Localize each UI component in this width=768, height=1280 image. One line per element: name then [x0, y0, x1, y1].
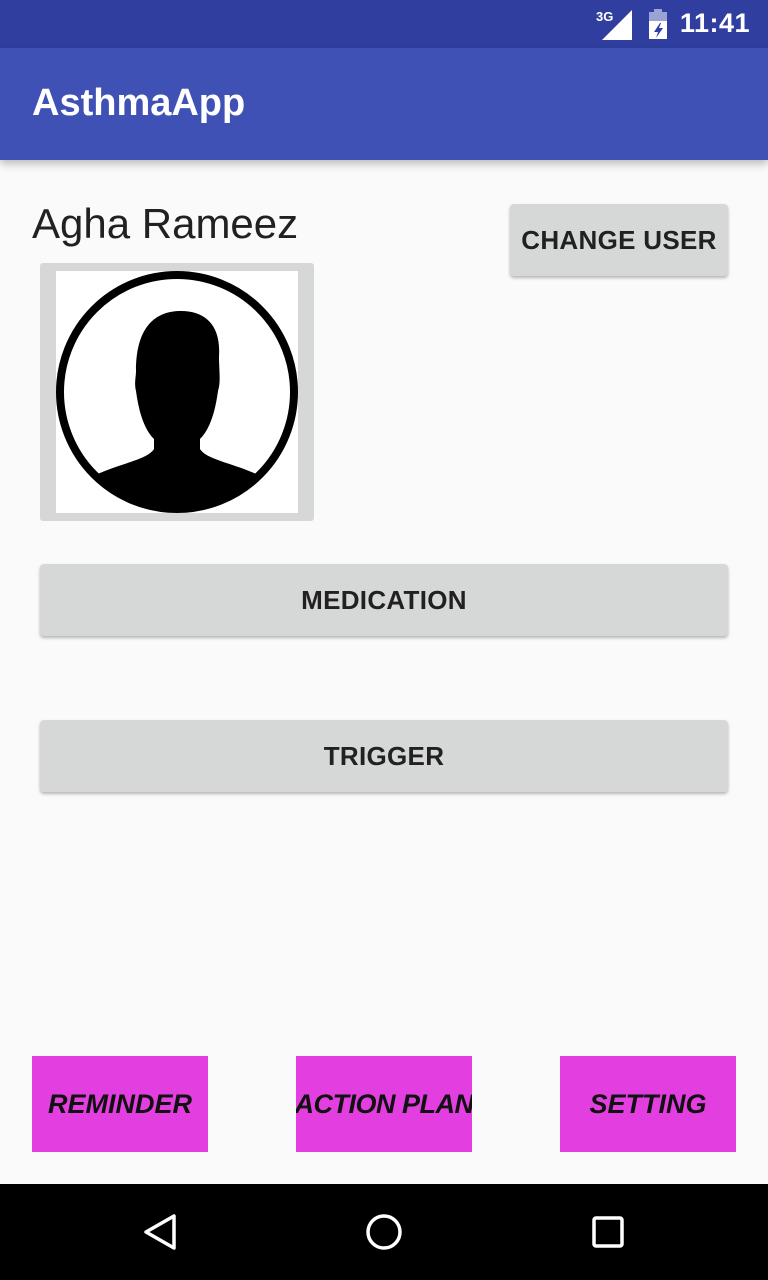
avatar-image	[56, 271, 298, 513]
back-icon[interactable]	[140, 1212, 180, 1252]
user-avatar-icon	[56, 271, 298, 513]
user-name: Agha Rameez	[32, 200, 299, 247]
system-navigation-bar	[0, 1184, 768, 1280]
recents-icon[interactable]	[588, 1212, 628, 1252]
status-bar: 3G 11:41	[0, 0, 768, 48]
reminder-button[interactable]: REMINDER	[32, 1056, 208, 1152]
app-title: AsthmaApp	[32, 82, 246, 124]
setting-button[interactable]: SETTING	[560, 1056, 736, 1152]
app-bar: AsthmaApp	[0, 48, 768, 160]
clock: 11:41	[679, 8, 750, 38]
change-user-button[interactable]: CHANGE USER	[510, 204, 728, 276]
home-icon[interactable]	[364, 1212, 404, 1252]
avatar[interactable]	[40, 263, 314, 521]
trigger-button[interactable]: TRIGGER	[40, 720, 728, 792]
battery-icon	[649, 9, 667, 39]
medication-button[interactable]: MEDICATION	[40, 564, 728, 636]
action-plan-button[interactable]: ACTION PLAN	[296, 1056, 472, 1152]
signal-icon	[602, 10, 632, 40]
